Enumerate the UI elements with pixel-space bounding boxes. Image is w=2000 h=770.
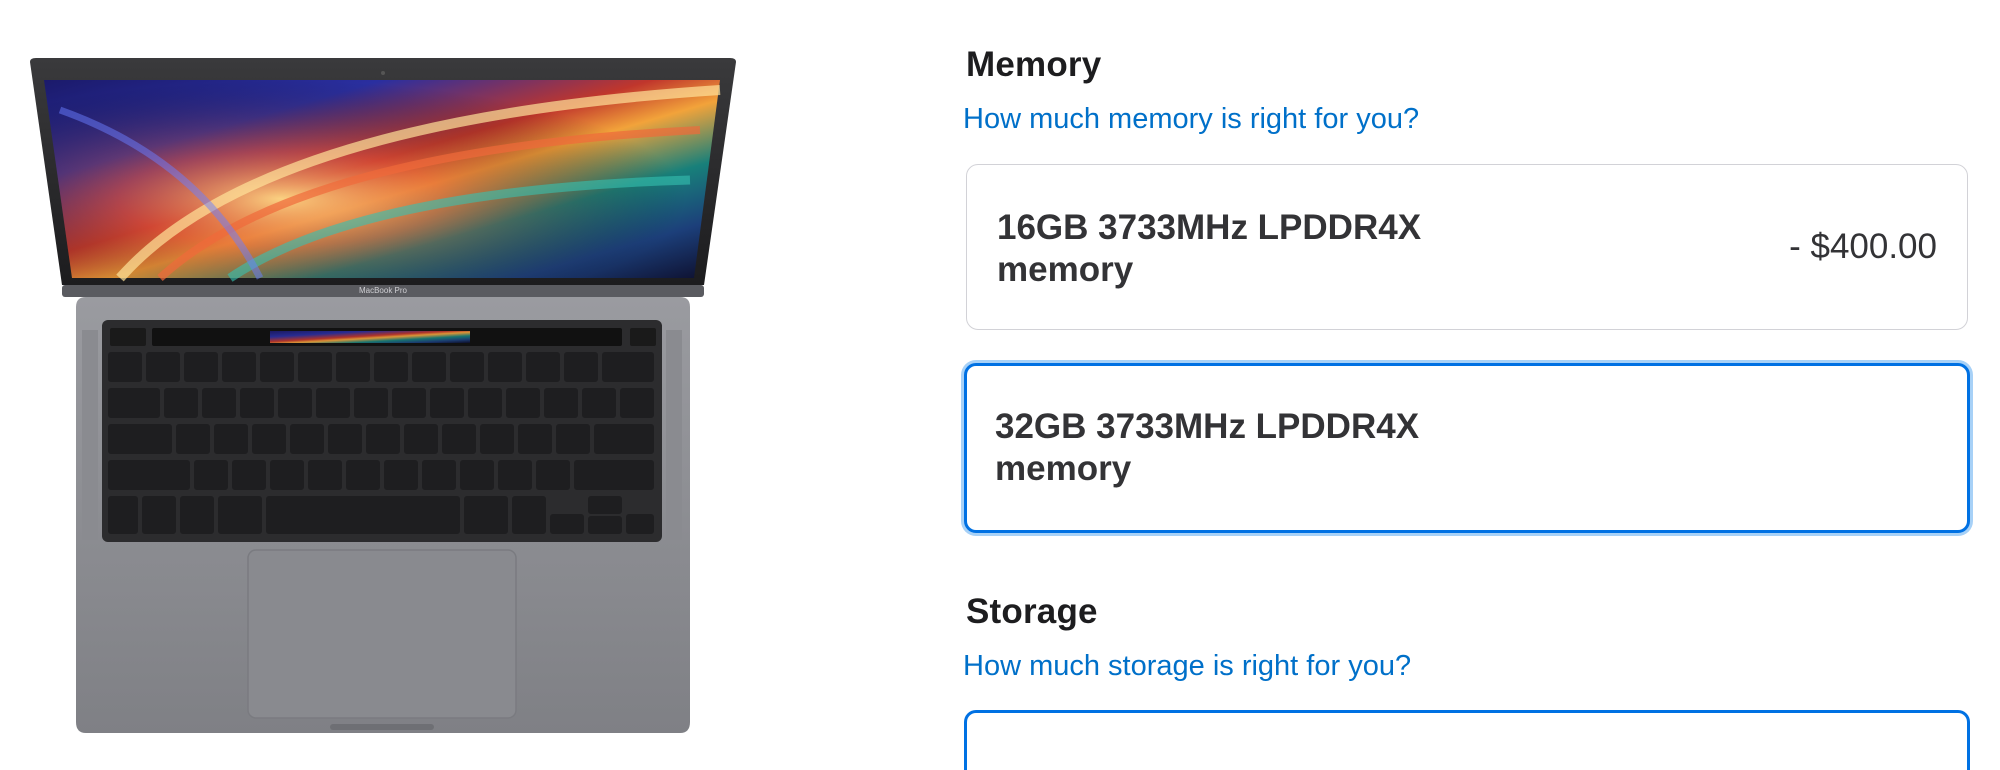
- memory-option-16gb[interactable]: 16GB 3733MHz LPDDR4X memory - $400.00: [966, 164, 1968, 330]
- svg-text:MacBook Pro: MacBook Pro: [359, 286, 408, 295]
- memory-section-title: Memory: [966, 45, 1102, 84]
- option-label-line2: memory: [997, 250, 1134, 289]
- option-label-line1: 16GB 3733MHz LPDDR4X: [997, 208, 1422, 247]
- memory-option-32gb[interactable]: 32GB 3733MHz LPDDR4X memory: [964, 363, 1970, 533]
- storage-option-selected[interactable]: [964, 710, 1970, 770]
- product-image: MacBook Pro: [0, 0, 760, 733]
- option-label-line1: 32GB 3733MHz LPDDR4X: [995, 407, 1420, 446]
- option-label-line2: memory: [995, 449, 1132, 488]
- laptop-icon: MacBook Pro: [30, 58, 736, 733]
- option-label: 16GB 3733MHz LPDDR4X memory: [997, 207, 1597, 291]
- storage-help-link[interactable]: How much storage is right for you?: [963, 650, 1411, 683]
- memory-help-link[interactable]: How much memory is right for you?: [963, 103, 1419, 136]
- storage-section-title: Storage: [966, 592, 1098, 631]
- option-label: 32GB 3733MHz LPDDR4X memory: [995, 406, 1595, 490]
- option-price: - $400.00: [1789, 227, 1937, 266]
